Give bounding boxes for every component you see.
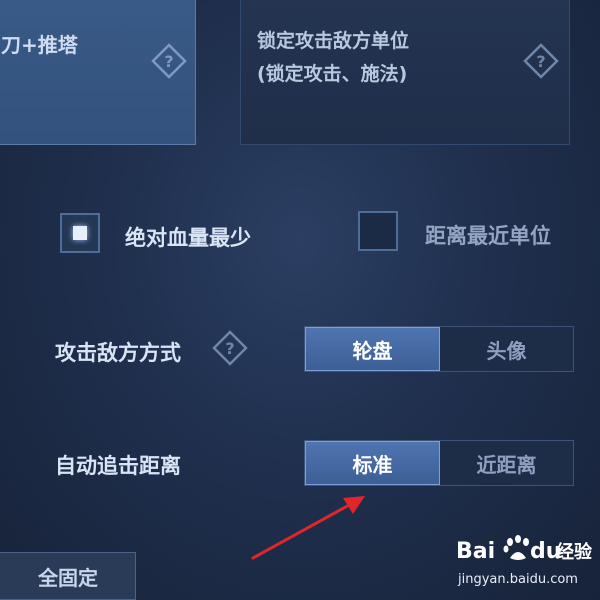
svg-text:?: ? [536, 52, 545, 71]
attack-mode-option-wheel[interactable]: 轮盘 [305, 327, 440, 371]
attack-mode-segment[interactable]: 轮盘 头像 [304, 326, 574, 372]
brand-text-cn: 经验 [556, 541, 592, 563]
all-fixed-button[interactable]: 全固定 [0, 552, 136, 600]
card-title: 锁定攻击敌方单位 (锁定攻击、施法) [257, 25, 409, 91]
red-arrow-icon [251, 496, 365, 560]
card-lock-target[interactable]: 锁定攻击敌方单位 (锁定攻击、施法) ? [240, 0, 570, 145]
baidu-jingyan-watermark: Bai du 经验 jingyan.baidu.com [452, 530, 593, 594]
all-fixed-label: 全固定 [38, 565, 98, 590]
lowest-hp-label: 绝对血量最少 [125, 226, 251, 250]
help-icon[interactable]: ? [523, 43, 559, 79]
chase-distance-option-close[interactable]: 近距离 [440, 441, 573, 485]
nearest-unit-checkbox[interactable] [358, 211, 398, 251]
watermark-site: jingyan.baidu.com [458, 572, 578, 587]
lowest-hp-checkbox[interactable] [60, 213, 100, 253]
svg-text:?: ? [164, 52, 173, 71]
chase-distance-option-standard[interactable]: 标准 [305, 441, 440, 485]
chase-distance-label: 自动追击距离 [55, 454, 181, 478]
brand-text-a: Bai [456, 539, 495, 564]
card-title-line1: 锁定攻击敌方单位 [257, 30, 410, 52]
card-last-hit-push-tower[interactable]: 刀+推塔 ? [0, 0, 196, 145]
card-title: 刀+推塔 [1, 33, 78, 57]
help-icon[interactable]: ? [151, 43, 187, 79]
attack-mode-label: 攻击敌方方式 [55, 341, 181, 365]
nearest-unit-label: 距离最近单位 [425, 224, 551, 248]
attack-mode-option-avatar[interactable]: 头像 [440, 327, 573, 371]
card-title-line2: (锁定攻击、施法) [257, 63, 408, 85]
chase-distance-segment[interactable]: 标准 近距离 [304, 440, 574, 486]
check-mark-icon [73, 226, 87, 240]
help-icon[interactable]: ? [212, 330, 248, 366]
svg-text:?: ? [225, 339, 234, 358]
